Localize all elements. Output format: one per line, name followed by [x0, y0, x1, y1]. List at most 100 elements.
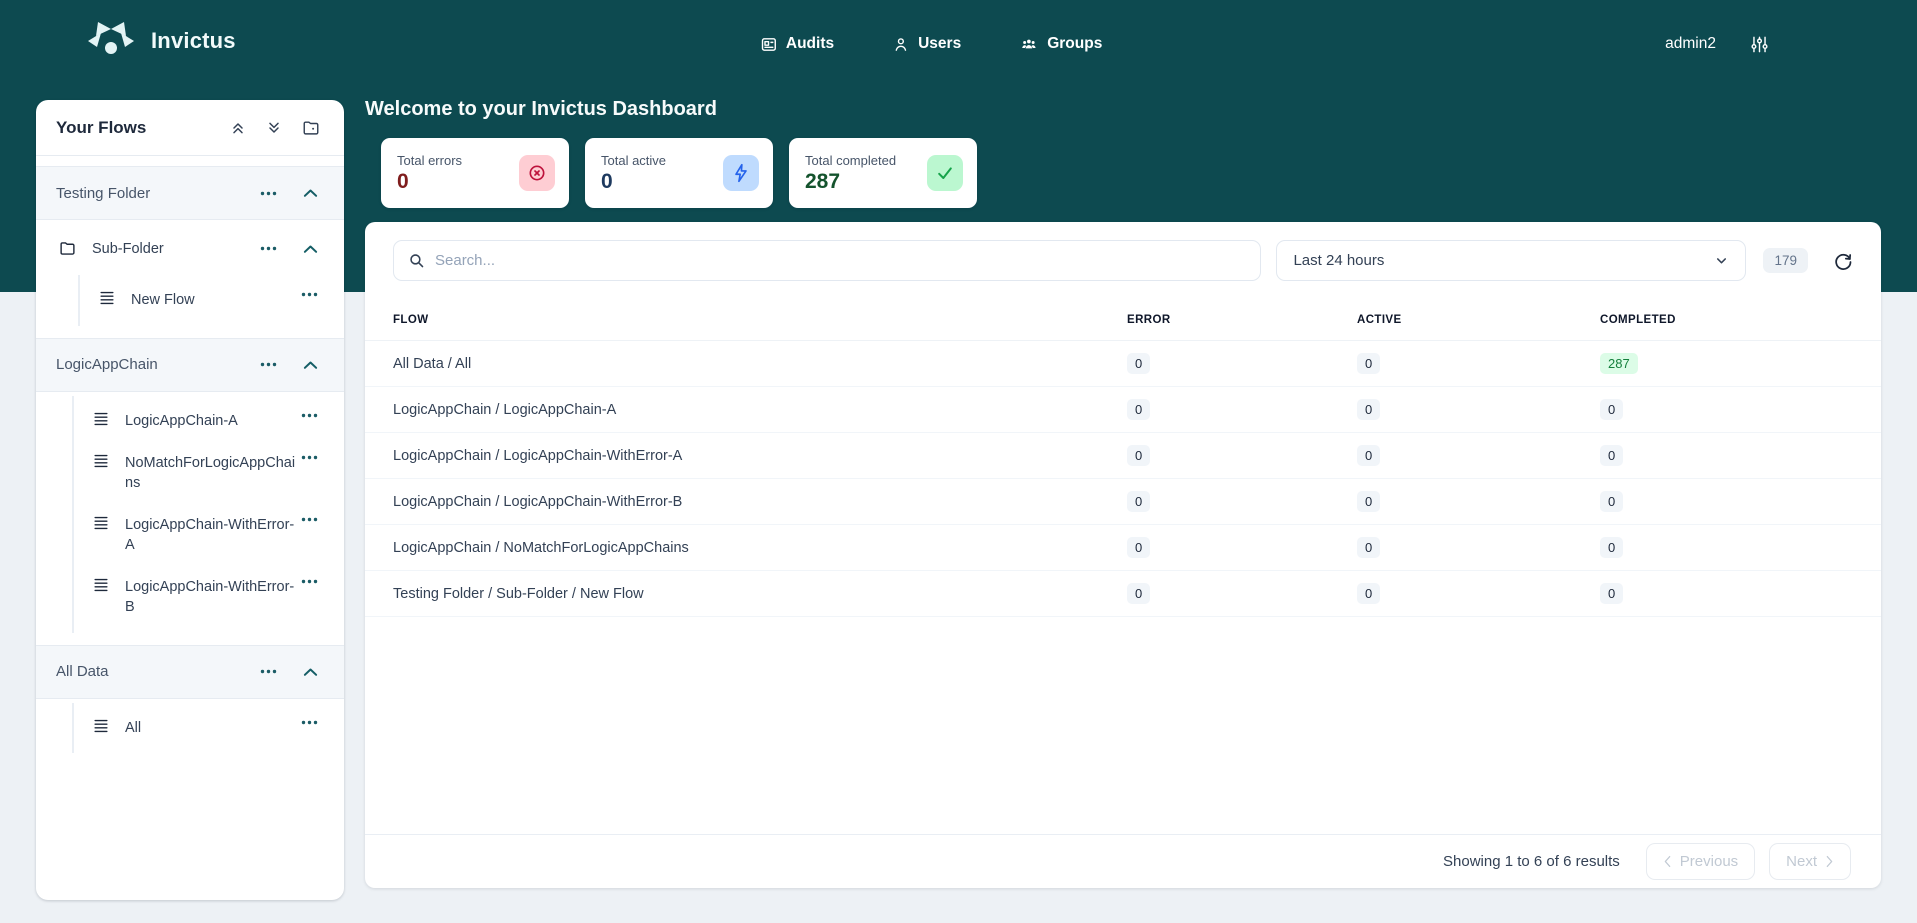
active-count-badge: 0 — [1357, 399, 1380, 420]
completed-count-badge: 0 — [1600, 491, 1623, 512]
main-nav: Audits Users Groups — [760, 0, 1102, 88]
active-count-badge: 0 — [1357, 445, 1380, 466]
tree-item-all[interactable]: All — [74, 707, 344, 750]
search-box[interactable] — [393, 240, 1261, 281]
active-count-badge: 0 — [1357, 353, 1380, 374]
completed-count-badge: 0 — [1600, 583, 1623, 604]
nav-groups[interactable]: Groups — [1019, 35, 1102, 53]
results-summary: Showing 1 to 6 of 6 results — [1443, 853, 1620, 870]
table-row[interactable]: Testing Folder / Sub-Folder / New Flow 0… — [365, 571, 1881, 617]
completed-count-badge: 0 — [1600, 537, 1623, 558]
chevron-up-icon[interactable] — [303, 244, 318, 254]
table-row[interactable]: LogicAppChain / LogicAppChain-A 0 0 0 — [365, 387, 1881, 433]
ellipsis-menu-icon[interactable] — [301, 413, 318, 418]
collapse-all-icon[interactable] — [230, 120, 246, 136]
completed-count-badge: 0 — [1600, 445, 1623, 466]
ellipsis-menu-icon[interactable] — [301, 455, 318, 460]
chevron-right-icon — [1825, 855, 1834, 868]
error-count-badge: 0 — [1127, 583, 1150, 604]
ellipsis-menu-icon[interactable] — [260, 362, 277, 367]
previous-button[interactable]: Previous — [1646, 843, 1755, 880]
flows-table: FLOW ERROR ACTIVE COMPLETED All Data / A… — [365, 299, 1881, 617]
add-folder-icon[interactable] — [302, 119, 320, 137]
chevron-up-icon[interactable] — [303, 667, 318, 677]
flow-name[interactable]: All Data / All — [393, 356, 1127, 372]
tree-item-logicappchain-witherror-a[interactable]: LogicAppChain-WithError-A — [74, 504, 344, 566]
ellipsis-menu-icon[interactable] — [301, 292, 318, 297]
expand-all-icon[interactable] — [266, 120, 282, 136]
current-user[interactable]: admin2 — [1665, 35, 1716, 53]
tree-item-logicappchain-witherror-b[interactable]: LogicAppChain-WithError-B — [74, 566, 344, 628]
brand[interactable]: Invictus — [85, 20, 236, 62]
flow-name[interactable]: LogicAppChain / LogicAppChain-A — [393, 402, 1127, 418]
ellipsis-menu-icon[interactable] — [260, 191, 277, 196]
sliders-icon[interactable] — [1750, 35, 1769, 54]
flow-name[interactable]: LogicAppChain / NoMatchForLogicAppChains — [393, 540, 1127, 556]
ellipsis-menu-icon[interactable] — [301, 579, 318, 584]
nav-users[interactable]: Users — [892, 35, 961, 53]
error-count-badge: 0 — [1127, 491, 1150, 512]
next-button[interactable]: Next — [1769, 843, 1851, 880]
chevron-left-icon — [1663, 855, 1672, 868]
stat-label: Total active — [601, 153, 666, 168]
table-row[interactable]: All Data / All 0 0 287 — [365, 341, 1881, 387]
user-icon — [892, 36, 909, 53]
column-header-completed: COMPLETED — [1600, 314, 1853, 326]
error-count-badge: 0 — [1127, 445, 1150, 466]
nav-users-label: Users — [918, 35, 961, 53]
flows-panel: Last 24 hours 179 FLOW ERROR ACTIVE COMP… — [365, 222, 1881, 888]
search-input[interactable] — [435, 252, 1246, 269]
header-right: admin2 — [1665, 0, 1769, 88]
stat-value: 0 — [397, 170, 462, 194]
bolt-icon — [723, 155, 759, 191]
tree-item-new-flow[interactable]: New Flow — [80, 279, 344, 322]
section-logicappchain[interactable]: LogicAppChain — [36, 338, 344, 392]
stat-card-total-active: Total active 0 — [585, 138, 773, 208]
section-testing-folder[interactable]: Testing Folder — [36, 166, 344, 220]
column-header-active: ACTIVE — [1357, 314, 1600, 326]
next-label: Next — [1786, 853, 1817, 870]
table-row[interactable]: LogicAppChain / LogicAppChain-WithError-… — [365, 479, 1881, 525]
section-label: Testing Folder — [56, 185, 260, 202]
table-row[interactable]: LogicAppChain / LogicAppChain-WithError-… — [365, 433, 1881, 479]
refresh-icon[interactable] — [1833, 251, 1853, 271]
check-icon — [927, 155, 963, 191]
chevron-up-icon[interactable] — [303, 188, 318, 198]
flow-stack-icon — [92, 515, 110, 531]
brand-name: Invictus — [151, 28, 236, 54]
section-all-data[interactable]: All Data — [36, 645, 344, 699]
stat-label: Total completed — [805, 153, 896, 168]
tree-item-nomatchforlogicappchains[interactable]: NoMatchForLogicAppChains — [74, 442, 344, 504]
completed-count-badge: 0 — [1600, 399, 1623, 420]
flow-name[interactable]: LogicAppChain / LogicAppChain-WithError-… — [393, 494, 1127, 510]
flow-label: LogicAppChain-WithError-A — [125, 515, 297, 555]
stat-card-total-completed: Total completed 287 — [789, 138, 977, 208]
time-range-value: Last 24 hours — [1293, 252, 1384, 269]
sub-folder-flows: New Flow — [78, 275, 344, 326]
flow-label: LogicAppChain-A — [125, 411, 238, 432]
section-label: LogicAppChain — [56, 356, 260, 373]
pagination-footer: Showing 1 to 6 of 6 results Previous Nex… — [365, 834, 1881, 888]
nav-audits[interactable]: Audits — [760, 35, 834, 53]
alldata-flows: All — [72, 703, 344, 754]
flow-name[interactable]: LogicAppChain / LogicAppChain-WithError-… — [393, 448, 1127, 464]
active-count-badge: 0 — [1357, 537, 1380, 558]
ellipsis-menu-icon[interactable] — [301, 517, 318, 522]
flows-sidebar: Your Flows Testing Folder — [36, 100, 344, 900]
circle-x-icon — [519, 155, 555, 191]
flow-stack-icon — [92, 577, 110, 593]
ellipsis-menu-icon[interactable] — [260, 669, 277, 674]
folder-icon — [58, 240, 77, 257]
ellipsis-menu-icon[interactable] — [301, 720, 318, 725]
tree-item-logicappchain-a[interactable]: LogicAppChain-A — [74, 400, 344, 443]
time-range-select[interactable]: Last 24 hours — [1276, 240, 1746, 281]
logicappchain-flows: LogicAppChain-A NoMatchForLogicAppChains — [72, 396, 344, 633]
ellipsis-menu-icon[interactable] — [260, 246, 277, 251]
flow-name[interactable]: Testing Folder / Sub-Folder / New Flow — [393, 586, 1127, 602]
tree-item-sub-folder[interactable]: Sub-Folder — [36, 220, 344, 271]
stat-value: 0 — [601, 170, 666, 194]
table-row[interactable]: LogicAppChain / NoMatchForLogicAppChains… — [365, 525, 1881, 571]
chevron-up-icon[interactable] — [303, 360, 318, 370]
table-controls: Last 24 hours 179 — [365, 222, 1881, 299]
error-count-badge: 0 — [1127, 399, 1150, 420]
